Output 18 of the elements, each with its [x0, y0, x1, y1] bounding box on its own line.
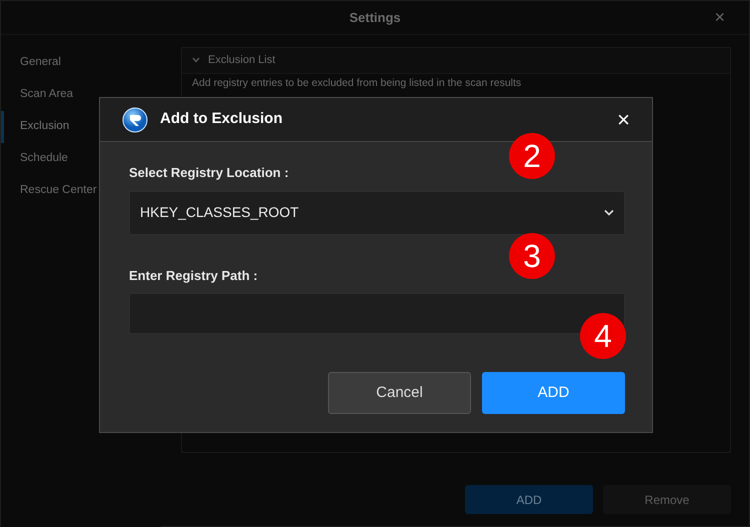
sidebar-item[interactable]: Scan Area — [1, 79, 161, 111]
add-button[interactable]: ADD — [465, 485, 593, 514]
field-label: Enter Registry Path : — [129, 266, 259, 285]
section-title: Exclusion List — [208, 53, 276, 68]
app-logo-icon — [122, 106, 148, 132]
field-label: Select Registry Location : — [129, 164, 290, 182]
chevron-down-icon[interactable] — [192, 57, 200, 64]
cancel-button[interactable]: Cancel — [328, 372, 471, 414]
remove-button[interactable]: Remove — [603, 485, 731, 514]
add-button[interactable]: ADD — [482, 372, 625, 414]
location-dropdown[interactable]: HKEY_CLASSES_ROOT — [129, 190, 625, 234]
chevron-down-icon — [604, 209, 614, 216]
section-description: Add registry entries to be excluded from being listed in the scan results — [191, 76, 522, 90]
window-title: Settings — [349, 8, 401, 27]
dialog-title: Add to Exclusion — [160, 109, 284, 130]
close-button[interactable]: × — [710, 7, 729, 29]
close-button[interactable]: × — [615, 108, 632, 130]
sidebar-item[interactable]: General — [1, 47, 161, 79]
